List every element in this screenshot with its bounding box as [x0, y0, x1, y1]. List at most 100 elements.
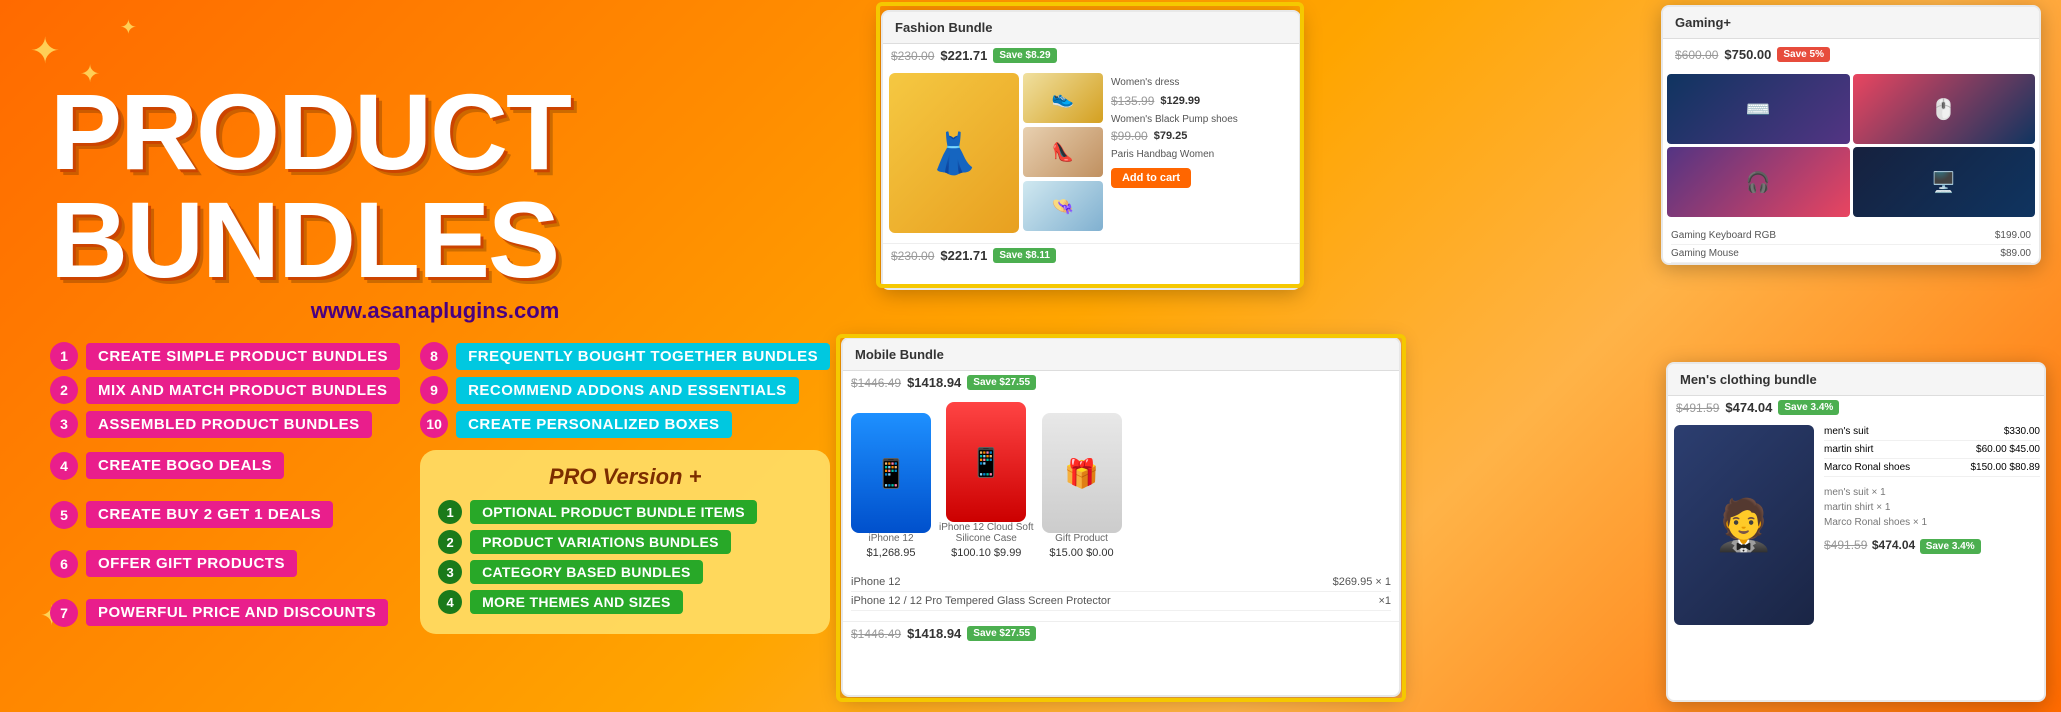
pro-box: PRO Version + 1 OPTIONAL PRODUCT BUNDLE …	[420, 450, 830, 634]
mens-price-badge: Save 3.4%	[1778, 400, 1839, 415]
gaming-bundle-screenshot: Gaming+ $600.00 $750.00 Save 5% ⌨️ 🖱️ 🎧 …	[1661, 5, 2041, 265]
feature-num-8: 8	[420, 342, 448, 370]
banner: ✦ ✦ ✦ ✦ PRODUCT BUNDLES www.asanaplugins…	[0, 0, 2061, 712]
feature-label-6: OFFER GIFT PRODUCTS	[86, 550, 297, 577]
gaming-grid: ⌨️ 🖱️ 🎧 🖥️	[1663, 70, 2039, 221]
feature-num-5: 5	[50, 501, 78, 529]
fashion-side-img-3: 👒	[1023, 181, 1103, 231]
feature-item-6: 6 OFFER GIFT PRODUCTS	[50, 542, 400, 585]
feature-num-10: 10	[420, 410, 448, 438]
fashion-total-row: $230.00 $221.71 Save $8.11	[883, 243, 1299, 267]
mens-qty-row-2: martin shirt × 1	[1824, 500, 2040, 515]
mens-qty-rows: men's suit × 1 martin shirt × 1 Marco Ro…	[1824, 485, 2040, 530]
fashion-bundle-title: Fashion Bundle	[883, 12, 1299, 44]
mens-bundle-title: Men's clothing bundle	[1668, 364, 2044, 396]
mens-price-new: $474.04	[1725, 400, 1772, 415]
feature-label-3: ASSEMBLED PRODUCT BUNDLES	[86, 411, 372, 438]
pro-item-4: 4 MORE THEMES AND SIZES	[438, 590, 812, 614]
gaming-bundle-title: Gaming+	[1663, 7, 2039, 39]
fashion-bundle-screenshot: Fashion Bundle $230.00 $221.71 Save $8.2…	[881, 10, 1301, 290]
gaming-item-row-3: Gaming Headset$79.00	[1671, 263, 2031, 265]
gaming-headset-img: 🎧	[1667, 147, 1850, 217]
pro-label-1: OPTIONAL PRODUCT BUNDLE ITEMS	[470, 500, 757, 524]
iphone-blue-name: iPhone 12	[851, 533, 931, 544]
pro-num-3: 3	[438, 560, 462, 584]
feature-label-8: FREQUENTLY BOUGHT TOGETHER BUNDLES	[456, 343, 830, 370]
feature-label-9: RECOMMEND ADDONS AND ESSENTIALS	[456, 377, 799, 404]
gaming-items-list: Gaming Keyboard RGB$199.00 Gaming Mouse$…	[1663, 221, 2039, 265]
iphone-case-name: iPhone 12 Cloud SoftSilicone Case	[939, 522, 1034, 544]
pro-num-1: 1	[438, 500, 462, 524]
pro-label-4: MORE THEMES AND SIZES	[470, 590, 683, 614]
pro-item-3: 3 CATEGORY BASED BUNDLES	[438, 560, 812, 584]
feature-label-4: CREATE BOGO DEALS	[86, 452, 284, 479]
feature-item-5: 5 CREATE BUY 2 GET 1 DEALS	[50, 493, 400, 536]
iphone-blue-price: $1,268.95	[851, 547, 931, 559]
mens-bundle-screenshot: Men's clothing bundle $491.59 $474.04 Sa…	[1666, 362, 2046, 702]
feature-num-6: 6	[50, 550, 78, 578]
feature-num-9: 9	[420, 376, 448, 404]
gaming-mouse-img: 🖱️	[1853, 74, 2036, 144]
feature-label-5: CREATE BUY 2 GET 1 DEALS	[86, 501, 333, 528]
iphone-case-img: 📱	[946, 402, 1026, 522]
mens-total-area: $491.59 $474.04 Save 3.4%	[1824, 536, 2040, 554]
fashion-side-img-1: 👟	[1023, 73, 1103, 123]
feature-item-1: 1 CREATE SIMPLE PRODUCT BUNDLES	[50, 342, 400, 370]
feature-item-2: 2 MIX AND MATCH PRODUCT BUNDLES	[50, 376, 400, 404]
mens-qty-row-1: men's suit × 1	[1824, 485, 2040, 500]
mens-qty-row-3: Marco Ronal shoes × 1	[1824, 515, 2040, 530]
fashion-womens-pumps: Women's Black Pump shoes	[1111, 114, 1289, 125]
fashion-details: Women's dress $135.99 $129.99 Women's Bl…	[1107, 73, 1293, 233]
fashion-item-price-2: $99.00 $79.25	[1111, 127, 1289, 145]
mobile-phones-row: 📱 iPhone 12 $1,268.95 📱 iPhone 12 Cloud …	[843, 394, 1399, 567]
fashion-womens-shoes: Paris Handbag Women	[1111, 149, 1289, 160]
gift-product-name: Gift Product	[1042, 533, 1122, 544]
feature-num-1: 1	[50, 342, 78, 370]
pro-item-2: 2 PRODUCT VARIATIONS BUNDLES	[438, 530, 812, 554]
feature-item-7: 7 POWERFUL PRICE AND DISCOUNTS	[50, 591, 400, 634]
mobile-bundle-details: iPhone 12 $269.95 × 1 iPhone 12 / 12 Pro…	[843, 567, 1399, 617]
mens-suit-image: 🤵	[1674, 425, 1814, 625]
feature-item-4: 4 CREATE BOGO DEALS	[50, 444, 400, 487]
fashion-item-price-1: $135.99 $129.99	[1111, 92, 1289, 110]
mobile-total-row: $1446.49 $1418.94 Save $27.55	[843, 621, 1399, 645]
mens-item-suit: men's suit $330.00	[1824, 423, 2040, 441]
gift-product-price: $15.00 $0.00	[1042, 547, 1122, 559]
feature-num-7: 7	[50, 599, 78, 627]
mobile-item-row-1: iPhone 12 $269.95 × 1	[851, 573, 1391, 592]
mobile-price-old: $1446.49	[851, 376, 901, 390]
feature-item-9: 9 RECOMMEND ADDONS AND ESSENTIALS	[420, 376, 830, 404]
fashion-womens-dress: Women's dress	[1111, 77, 1289, 88]
pro-title: PRO Version +	[438, 464, 812, 490]
fashion-side-img-2: 👠	[1023, 127, 1103, 177]
gift-product-img: 🎁	[1042, 413, 1122, 533]
feature-label-1: CREATE SIMPLE PRODUCT BUNDLES	[86, 343, 400, 370]
fashion-main-image: 👗	[889, 73, 1019, 233]
mobile-price-badge: Save $27.55	[967, 375, 1036, 390]
mens-item-shirt: martin shirt $60.00 $45.00	[1824, 441, 2040, 459]
gaming-item-row-1: Gaming Keyboard RGB$199.00	[1671, 227, 2031, 245]
feature-label-10: CREATE PERSONALIZED BOXES	[456, 411, 731, 438]
fashion-price-badge: Save $8.29	[993, 48, 1056, 63]
pro-item-1: 1 OPTIONAL PRODUCT BUNDLE ITEMS	[438, 500, 812, 524]
website-url: www.asanaplugins.com	[60, 298, 810, 324]
phone-item-1: 📱 iPhone 12 $1,268.95	[851, 413, 931, 559]
mens-content: 🤵 men's suit $330.00 martin shirt $60.00…	[1668, 419, 2044, 631]
mobile-item-row-2: iPhone 12 / 12 Pro Tempered Glass Screen…	[851, 592, 1391, 611]
mens-price-row: $491.59 $474.04 Save 3.4%	[1668, 396, 2044, 419]
gaming-item-row-2: Gaming Mouse$89.00	[1671, 245, 2031, 263]
pro-label-3: CATEGORY BASED BUNDLES	[470, 560, 703, 584]
fashion-add-to-cart-btn[interactable]: Add to cart	[1111, 168, 1191, 188]
feature-item-10: 10 CREATE PERSONALIZED BOXES	[420, 410, 830, 438]
mens-item-shoes: Marco Ronal shoes $150.00 $80.89	[1824, 459, 2040, 477]
pro-num-4: 4	[438, 590, 462, 614]
iphone-case-price: $100.10 $9.99	[939, 547, 1034, 559]
feature-num-2: 2	[50, 376, 78, 404]
pro-num-2: 2	[438, 530, 462, 554]
feature-item-8: 8 FREQUENTLY BOUGHT TOGETHER BUNDLES	[420, 342, 830, 370]
pro-label-2: PRODUCT VARIATIONS BUNDLES	[470, 530, 731, 554]
fashion-price-row: $230.00 $221.71 Save $8.29	[883, 44, 1299, 67]
fashion-price-new: $221.71	[940, 48, 987, 63]
feature-label-2: MIX AND MATCH PRODUCT BUNDLES	[86, 377, 400, 404]
gaming-monitor-img: 🖥️	[1853, 147, 2036, 217]
